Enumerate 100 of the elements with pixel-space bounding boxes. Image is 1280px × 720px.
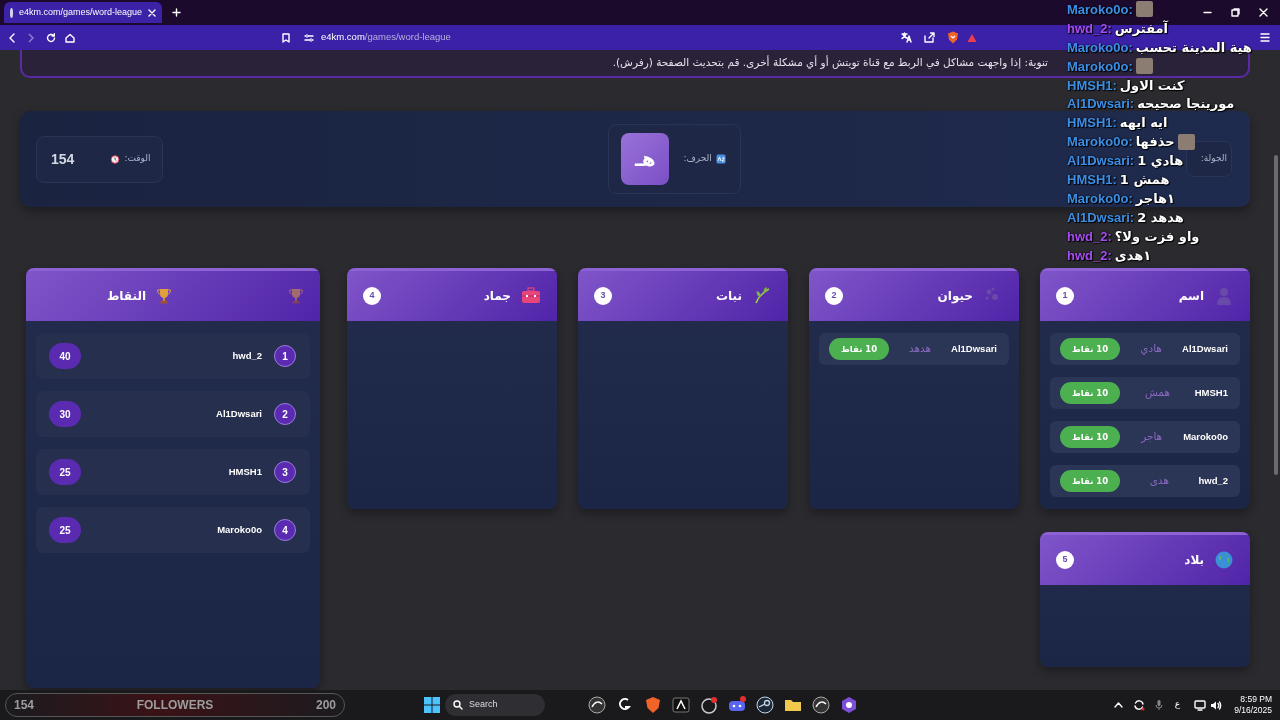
answer-word: هدهد [909, 341, 932, 357]
category-number: 3 [594, 287, 612, 305]
notice-text: تنوية: إذا واجهت مشاكل في الربط مع قناة تويتش أو أي مشكلة أخرى. قم بتحديث الصفحة (رفرش). [612, 55, 1048, 71]
current-letter: هـ [621, 133, 670, 186]
round-app-icon[interactable] [699, 695, 719, 715]
category-title: جماد [483, 288, 511, 305]
chat-message: مورينجا صحيحه [1137, 96, 1235, 112]
letter-label: الحرف: [683, 152, 712, 166]
chat-message: هادي 1 [1137, 153, 1184, 169]
chat-message: حذفها [1135, 134, 1175, 150]
windows-icon[interactable] [424, 697, 440, 713]
toolbox-icon [521, 286, 541, 306]
player-name: Maroko0o [1183, 429, 1228, 444]
trophy-icon [156, 288, 172, 304]
person-icon [1214, 286, 1234, 306]
tab-title: e4km.com/games/word-league [18, 5, 142, 19]
points-badge: 10 نقاط [829, 338, 890, 360]
circle-logo-icon[interactable] [811, 695, 831, 715]
chat-username: hwd_2: [1067, 247, 1112, 263]
home-icon[interactable] [65, 32, 75, 43]
points-badge: 10 نقاط [1060, 338, 1121, 360]
answer-word: هدى [1149, 473, 1169, 489]
chat-message: هية المدينة تحسب [1135, 39, 1252, 55]
plus-icon[interactable] [172, 8, 181, 17]
chat-message: ١هدى [1114, 247, 1152, 263]
chat-username: HMSH1: [1067, 115, 1117, 131]
letters-icon [715, 154, 726, 165]
menu-icon[interactable] [1260, 33, 1270, 42]
clock-date[interactable]: 9/16/2025 [1234, 705, 1272, 716]
chat-username: hwd_2: [1067, 228, 1112, 244]
category-number: 5 [1056, 551, 1074, 569]
rank-badge: 3 [274, 461, 296, 483]
speaker-icon[interactable] [1210, 699, 1223, 711]
display-icon[interactable] [1194, 699, 1207, 711]
category-title: حيوان [937, 288, 973, 305]
alarm-clock-icon [110, 154, 121, 165]
scrollbar-thumb[interactable] [1274, 155, 1278, 475]
round-label: الجولة: [1200, 152, 1227, 166]
scoreboard-title: النقاط [106, 288, 146, 305]
player-name: HMSH1 [1194, 385, 1228, 400]
category-number: 4 [363, 287, 381, 305]
chat-username: hwd_2: [1067, 20, 1112, 36]
chat-username: Al1Dwsari: [1067, 209, 1135, 225]
circle-logo-icon[interactable] [587, 695, 607, 715]
shield-icon[interactable] [946, 31, 959, 44]
answer-word: هادي [1140, 341, 1162, 357]
chat-message: هدهد 2 [1137, 209, 1184, 225]
player-name: HMSH1 [228, 464, 262, 479]
url-text[interactable]: e4km.com/games/word-league [321, 30, 451, 45]
microphone-icon[interactable] [1154, 699, 1163, 711]
caret-up-icon[interactable] [1113, 702, 1123, 708]
time-remaining: 154 [51, 149, 75, 169]
bookmark-icon[interactable] [282, 32, 290, 43]
shield-icon[interactable] [643, 695, 663, 715]
followers-goal: 200 [315, 697, 336, 714]
restore-icon[interactable] [1231, 8, 1240, 17]
chat-username: Maroko0o: [1067, 1, 1133, 17]
dark-square-icon[interactable] [671, 695, 691, 715]
back-icon[interactable] [8, 32, 16, 43]
share-icon[interactable] [923, 32, 935, 43]
chat-username: Maroko0o: [1067, 190, 1133, 206]
points-badge: 10 نقاط [1060, 426, 1121, 448]
chat-username: Al1Dwsari: [1067, 153, 1135, 169]
chat-username: Al1Dwsari: [1067, 96, 1135, 112]
points-badge: 10 نقاط [1060, 382, 1121, 404]
close-icon[interactable] [1259, 8, 1268, 17]
category-number: 1 [1056, 287, 1074, 305]
time-label: الوقت: [124, 152, 151, 166]
player-name: Al1Dwsari [216, 406, 262, 421]
points-badge: 10 نقاط [1060, 470, 1121, 492]
clock-time[interactable]: 8:59 PM [1240, 694, 1272, 705]
chat-message: ايه ايهه [1119, 115, 1168, 131]
rank-badge: 4 [274, 519, 296, 541]
category-number: 2 [825, 287, 843, 305]
chat-username: Maroko0o: [1067, 58, 1133, 74]
followers-count: 154 [14, 697, 35, 714]
answer-word: هاجر [1141, 429, 1163, 445]
score-badge: 25 [49, 459, 81, 485]
close-icon[interactable] [148, 8, 156, 17]
score-badge: 30 [49, 401, 81, 427]
chat-message: آمفترس [1114, 20, 1168, 36]
category-title: اسم [1178, 288, 1204, 305]
chat-message: ١هاجر [1135, 190, 1176, 206]
rank-badge: 1 [274, 345, 296, 367]
reload-icon[interactable] [46, 32, 56, 43]
hexagon-icon[interactable] [839, 695, 859, 715]
rank-badge: 2 [274, 403, 296, 425]
site-settings-icon[interactable] [304, 32, 314, 43]
answer-word: همش [1144, 385, 1170, 401]
search-field[interactable]: Search [445, 694, 545, 716]
forward-icon[interactable] [27, 32, 35, 43]
chat-username: HMSH1: [1067, 171, 1117, 187]
player-name: hwd_2 [232, 348, 262, 363]
sync-icon[interactable] [1132, 699, 1145, 711]
score-badge: 40 [49, 343, 81, 369]
language-indicator[interactable]: ع [1174, 698, 1181, 712]
translate-icon[interactable] [900, 32, 912, 43]
triangle-icon[interactable] [966, 32, 977, 43]
browser-tab[interactable]: e4km.com/games/word-league [4, 2, 162, 23]
score-badge: 25 [49, 517, 81, 543]
